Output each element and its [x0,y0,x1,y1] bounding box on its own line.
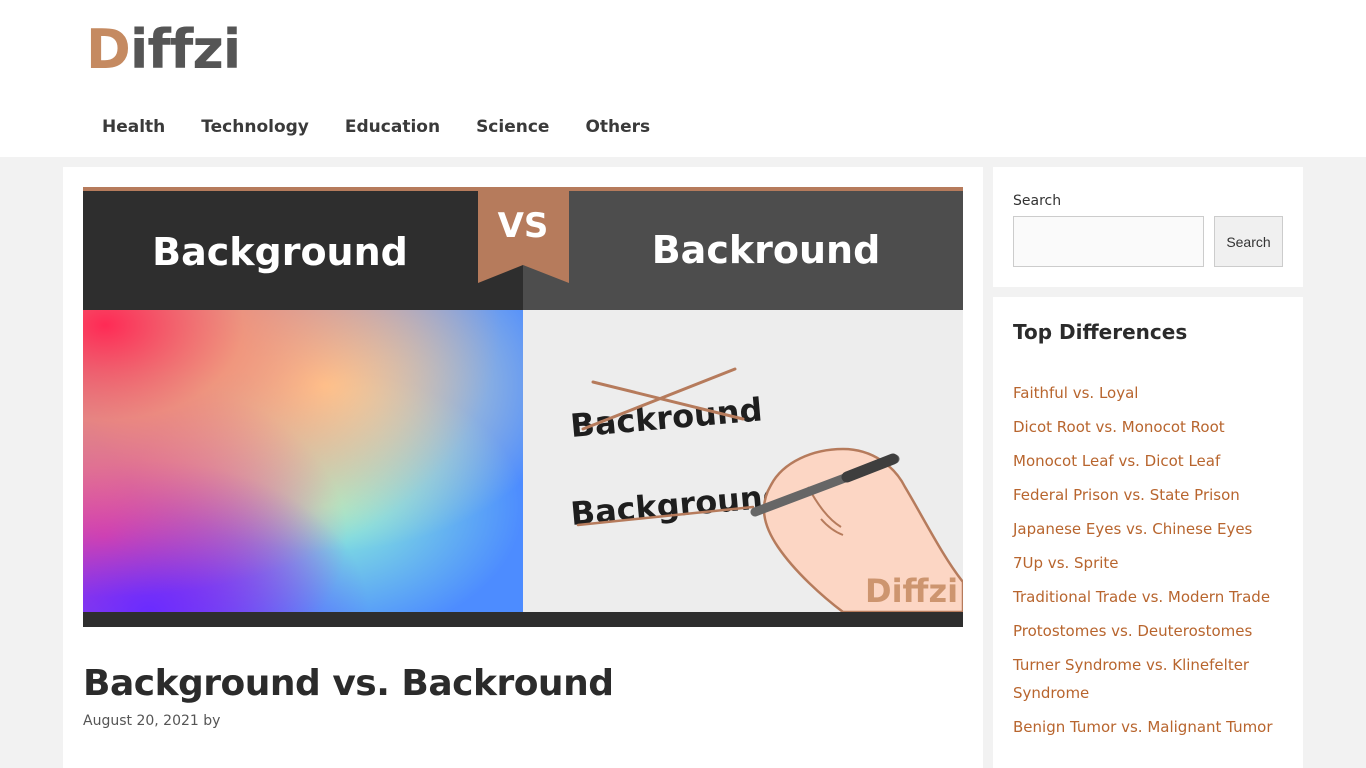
list-item: Benign Tumor vs. Malignant Tumor [1013,713,1288,741]
site-header: Diffzi Health Technology Education Scien… [0,0,1366,157]
featured-image[interactable]: VS Background Backround Backround Backgr… [83,187,963,627]
list-item: Turner Syndrome vs. Klinefelter Syndrome [1013,651,1288,707]
top-difference-link[interactable]: Japanese Eyes vs. Chinese Eyes [1013,520,1252,538]
top-difference-link[interactable]: 7Up vs. Sprite [1013,554,1119,572]
list-item: 7Up vs. Sprite [1013,549,1288,577]
featured-image-graphic: VS Background Backround Backround Backgr… [83,187,963,627]
site-logo[interactable]: Diffzi [86,18,241,82]
search-button[interactable]: Search [1214,216,1283,267]
hero-vs-text: VS [498,206,549,246]
list-item: Dicot Root vs. Monocot Root [1013,413,1288,441]
list-item: Traditional Trade vs. Modern Trade [1013,583,1288,611]
widget-title: Top Differences [1013,320,1188,344]
nav-item-health[interactable]: Health [84,108,183,148]
top-difference-link[interactable]: Federal Prison vs. State Prison [1013,486,1240,504]
list-item: Japanese Eyes vs. Chinese Eyes [1013,515,1288,543]
hero-right-word: Backround [652,228,881,272]
logo-initial: D [86,18,131,81]
top-differences-list: Faithful vs. Loyal Dicot Root vs. Monoco… [1013,379,1288,747]
post-meta: August 20, 2021 by [83,713,221,729]
list-item: Faithful vs. Loyal [1013,379,1288,407]
nav-item-others[interactable]: Others [567,108,668,148]
search-input[interactable] [1013,216,1204,267]
list-item: Protostomes vs. Deuterostomes [1013,617,1288,645]
top-difference-link[interactable]: Turner Syndrome vs. Klinefelter Syndrome [1013,656,1249,702]
hero-left-word: Background [152,230,408,274]
article-card: VS Background Backround Backround Backgr… [63,167,983,768]
nav-item-technology[interactable]: Technology [183,108,327,148]
top-difference-link[interactable]: Benign Tumor vs. Malignant Tumor [1013,718,1273,736]
top-difference-link[interactable]: Traditional Trade vs. Modern Trade [1013,588,1270,606]
search-label: Search [1013,193,1062,209]
main-nav: Health Technology Education Science Othe… [84,108,668,148]
hero-watermark: Diffzi [865,572,958,610]
search-widget: Search Search [993,167,1303,287]
list-item: Federal Prison vs. State Prison [1013,481,1288,509]
top-difference-link[interactable]: Faithful vs. Loyal [1013,384,1138,402]
nav-item-education[interactable]: Education [327,108,458,148]
top-difference-link[interactable]: Dicot Root vs. Monocot Root [1013,418,1225,436]
logo-text: iffzi [129,18,241,81]
top-difference-link[interactable]: Monocot Leaf vs. Dicot Leaf [1013,452,1220,470]
top-difference-link[interactable]: Protostomes vs. Deuterostomes [1013,622,1252,640]
post-title: Background vs. Backround [83,663,614,704]
list-item: Monocot Leaf vs. Dicot Leaf [1013,447,1288,475]
nav-item-science[interactable]: Science [458,108,567,148]
top-differences-widget: Top Differences Faithful vs. Loyal Dicot… [993,297,1303,768]
